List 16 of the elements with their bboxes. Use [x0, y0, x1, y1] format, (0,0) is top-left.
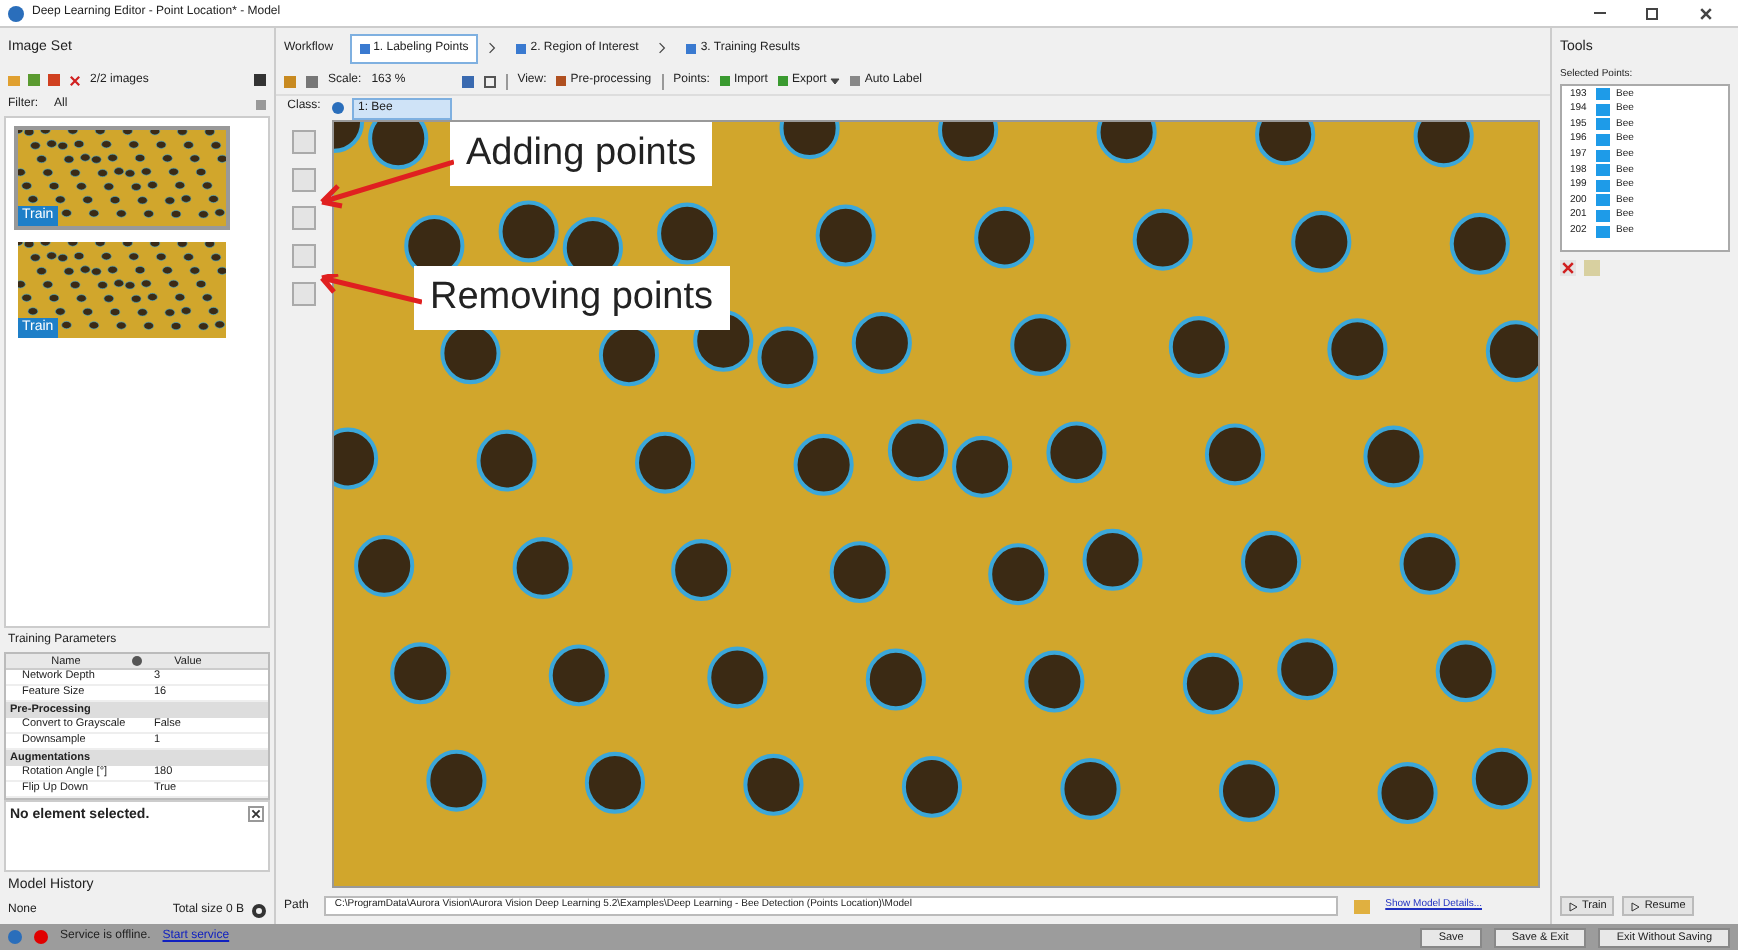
callout-label: Removing points	[414, 266, 730, 330]
delete-icon[interactable]	[68, 73, 82, 87]
play-icon	[1568, 901, 1578, 911]
close-icon[interactable]	[1698, 5, 1714, 21]
chevron-icon	[656, 42, 669, 54]
chevron-icon	[486, 42, 499, 54]
maximize-icon[interactable]	[1646, 7, 1658, 19]
callout-label: Adding points	[450, 122, 713, 186]
play-icon	[1630, 901, 1641, 911]
delete-icon[interactable]	[1560, 259, 1576, 275]
refresh-icon[interactable]	[252, 903, 266, 917]
caret-icon[interactable]	[830, 76, 841, 86]
close-icon[interactable]	[248, 806, 264, 822]
app-icon	[8, 5, 24, 21]
offline-icon	[34, 930, 48, 944]
frame-icon[interactable]	[483, 75, 496, 87]
